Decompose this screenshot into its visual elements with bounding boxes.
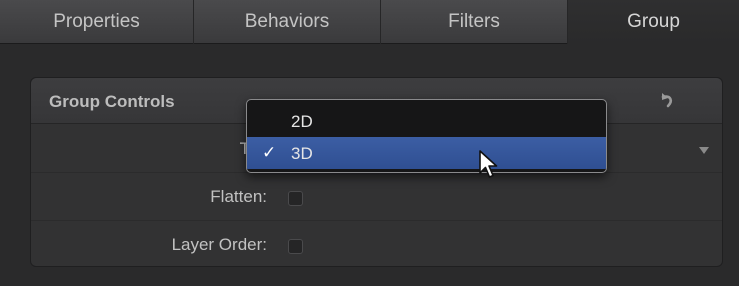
flatten-row: Flatten:	[31, 173, 722, 221]
type-dropdown-menu: 2D ✓ 3D	[246, 99, 607, 173]
flatten-label: Flatten:	[210, 187, 267, 206]
layer-order-label: Layer Order:	[171, 235, 267, 254]
menu-item-3d[interactable]: ✓ 3D	[247, 137, 606, 169]
layer-order-checkbox[interactable]	[288, 239, 303, 254]
tab-behaviors[interactable]: Behaviors	[194, 0, 381, 44]
checkmark-icon: ✓	[262, 143, 277, 163]
mouse-pointer-icon	[479, 150, 498, 178]
tab-group[interactable]: Group	[568, 0, 739, 44]
menu-item-label: 3D	[291, 144, 313, 163]
inspector-tab-bar: Properties Behaviors Filters Group	[0, 0, 739, 44]
reset-icon[interactable]	[659, 91, 675, 111]
menu-item-label: 2D	[291, 112, 313, 131]
panel-title: Group Controls	[49, 92, 175, 111]
tab-properties[interactable]: Properties	[0, 0, 194, 44]
flatten-checkbox[interactable]	[288, 191, 303, 206]
tab-filters[interactable]: Filters	[381, 0, 568, 44]
menu-item-2d[interactable]: 2D	[247, 105, 606, 137]
layer-order-row: Layer Order:	[31, 221, 722, 269]
type-popup-arrow-icon[interactable]	[699, 147, 709, 154]
